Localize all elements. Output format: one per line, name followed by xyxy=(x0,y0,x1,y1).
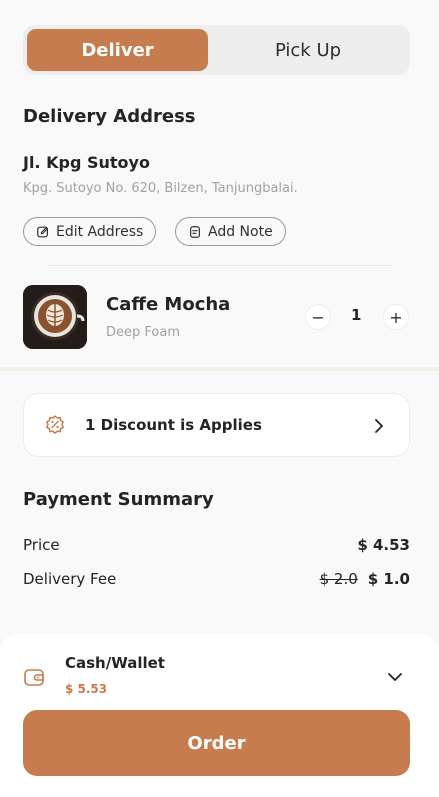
payment-method-name: Cash/Wallet xyxy=(65,654,165,672)
price-value: $ 4.53 xyxy=(357,536,410,554)
product-subtitle: Deep Foam xyxy=(106,325,180,340)
product-image xyxy=(23,285,87,349)
pickup-tab[interactable]: Pick Up xyxy=(210,29,406,71)
quantity-value: 1 xyxy=(351,306,362,324)
decrease-quantity-button[interactable]: − xyxy=(305,304,331,330)
address-detail: Kpg. Sutoyo No. 620, Bilzen, Tanjungbala… xyxy=(23,181,298,196)
increase-quantity-button[interactable]: + xyxy=(383,304,409,330)
delivery-address-title: Delivery Address xyxy=(23,106,196,127)
edit-address-button[interactable]: Edit Address xyxy=(23,217,157,246)
payment-amount: $ 5.53 xyxy=(65,682,108,696)
note-icon xyxy=(190,225,200,238)
edit-address-label: Edit Address xyxy=(56,223,144,240)
discount-card[interactable]: 1 Discount is Applies xyxy=(23,393,410,457)
divider xyxy=(47,265,392,266)
minus-icon: − xyxy=(311,307,325,327)
payment-method-selector[interactable]: Cash/Wallet $ 5.53 xyxy=(0,654,439,714)
add-note-button[interactable]: Add Note xyxy=(175,217,286,246)
chevron-right-icon xyxy=(375,419,383,433)
wallet-icon xyxy=(24,669,44,686)
edit-icon xyxy=(37,226,49,237)
discount-label: 1 Discount is Applies xyxy=(85,416,262,434)
order-button[interactable]: Order xyxy=(23,710,410,776)
deliver-tab[interactable]: Deliver xyxy=(27,29,208,71)
delivery-mode-toggle: Deliver Pick Up xyxy=(23,25,410,75)
add-note-label: Add Note xyxy=(208,223,273,240)
payment-summary-title: Payment Summary xyxy=(23,489,214,510)
chevron-down-icon xyxy=(388,673,402,681)
discount-icon xyxy=(46,415,64,434)
delivery-fee-values: $ 2.0 $ 1.0 xyxy=(320,570,410,588)
delivery-fee-label: Delivery Fee xyxy=(23,570,117,588)
address-name: Jl. Kpg Sutoyo xyxy=(23,153,150,172)
plus-icon: + xyxy=(389,307,403,327)
section-separator xyxy=(0,367,439,371)
delivery-fee-original: $ 2.0 xyxy=(319,570,358,588)
delivery-fee-discounted: $ 1.0 xyxy=(367,570,410,588)
product-name: Caffe Mocha xyxy=(106,294,231,315)
price-label: Price xyxy=(23,536,60,554)
